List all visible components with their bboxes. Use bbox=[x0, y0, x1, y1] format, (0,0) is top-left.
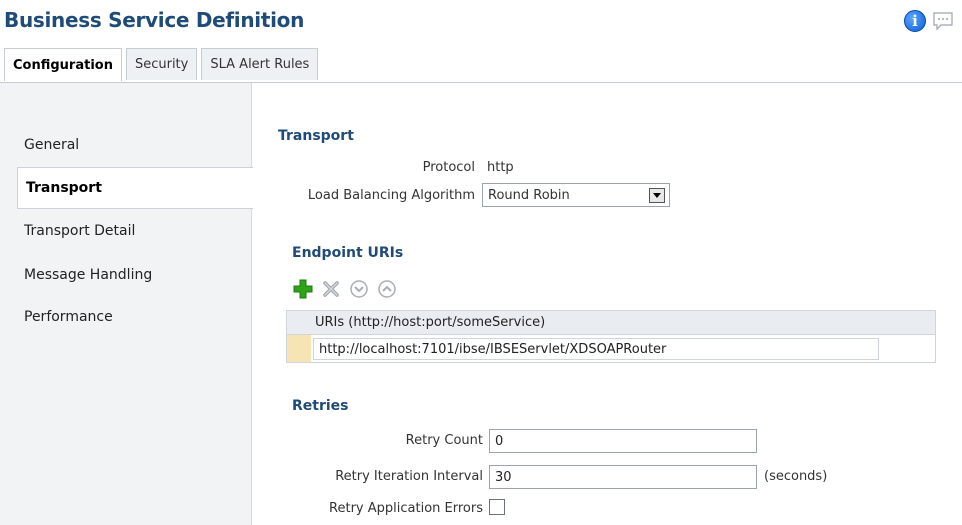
tab-configuration[interactable]: Configuration bbox=[4, 48, 122, 81]
sidebar-item-transport-detail[interactable]: Transport Detail bbox=[24, 223, 135, 239]
lb-algorithm-value: Round Robin bbox=[488, 187, 570, 203]
uri-table: URIs (http://host:port/someService) http… bbox=[286, 310, 936, 363]
add-icon[interactable] bbox=[292, 278, 314, 300]
sidebar: General Transport Transport Detail Messa… bbox=[0, 83, 253, 525]
retry-count-input[interactable]: 0 bbox=[489, 429, 757, 453]
protocol-value: http bbox=[487, 160, 514, 175]
retries-section-title: Retries bbox=[292, 398, 349, 414]
lb-algorithm-select[interactable]: Round Robin bbox=[482, 183, 670, 207]
move-down-icon[interactable] bbox=[348, 278, 370, 300]
info-icon[interactable]: i bbox=[904, 10, 926, 32]
page-title: Business Service Definition bbox=[4, 8, 305, 32]
row-marker[interactable] bbox=[287, 335, 311, 362]
retry-interval-label: Retry Iteration Interval bbox=[335, 469, 483, 484]
uri-column-header: URIs (http://host:port/someService) bbox=[286, 310, 936, 335]
endpoint-toolbar bbox=[292, 278, 398, 300]
endpoint-uris-section-title: Endpoint URIs bbox=[292, 245, 404, 261]
comment-icon[interactable] bbox=[932, 11, 954, 31]
sidebar-item-performance[interactable]: Performance bbox=[24, 309, 113, 325]
protocol-label: Protocol bbox=[422, 160, 475, 175]
retry-app-errors-label: Retry Application Errors bbox=[329, 501, 483, 516]
transport-section-title: Transport bbox=[278, 128, 354, 144]
header-icons: i bbox=[904, 10, 954, 32]
tab-security[interactable]: Security bbox=[125, 48, 198, 80]
lb-algorithm-label: Load Balancing Algorithm bbox=[307, 188, 475, 203]
delete-icon[interactable] bbox=[320, 278, 342, 300]
sidebar-item-general[interactable]: General bbox=[24, 137, 79, 153]
tab-sla-alert-rules[interactable]: SLA Alert Rules bbox=[201, 48, 319, 80]
sidebar-item-message-handling[interactable]: Message Handling bbox=[24, 267, 152, 283]
retry-count-label: Retry Count bbox=[405, 433, 483, 448]
retry-interval-input[interactable]: 30 bbox=[489, 465, 757, 489]
retry-interval-unit: (seconds) bbox=[764, 469, 828, 484]
retry-app-errors-checkbox[interactable] bbox=[489, 499, 505, 515]
tab-bar: Configuration Security SLA Alert Rules bbox=[4, 48, 322, 81]
uri-input[interactable]: http://localhost:7101/ibse/IBSEServlet/X… bbox=[313, 338, 879, 360]
chevron-down-icon[interactable] bbox=[649, 188, 665, 203]
sidebar-item-transport[interactable]: Transport bbox=[17, 167, 253, 209]
table-row[interactable]: http://localhost:7101/ibse/IBSEServlet/X… bbox=[286, 335, 936, 363]
move-up-icon[interactable] bbox=[376, 278, 398, 300]
